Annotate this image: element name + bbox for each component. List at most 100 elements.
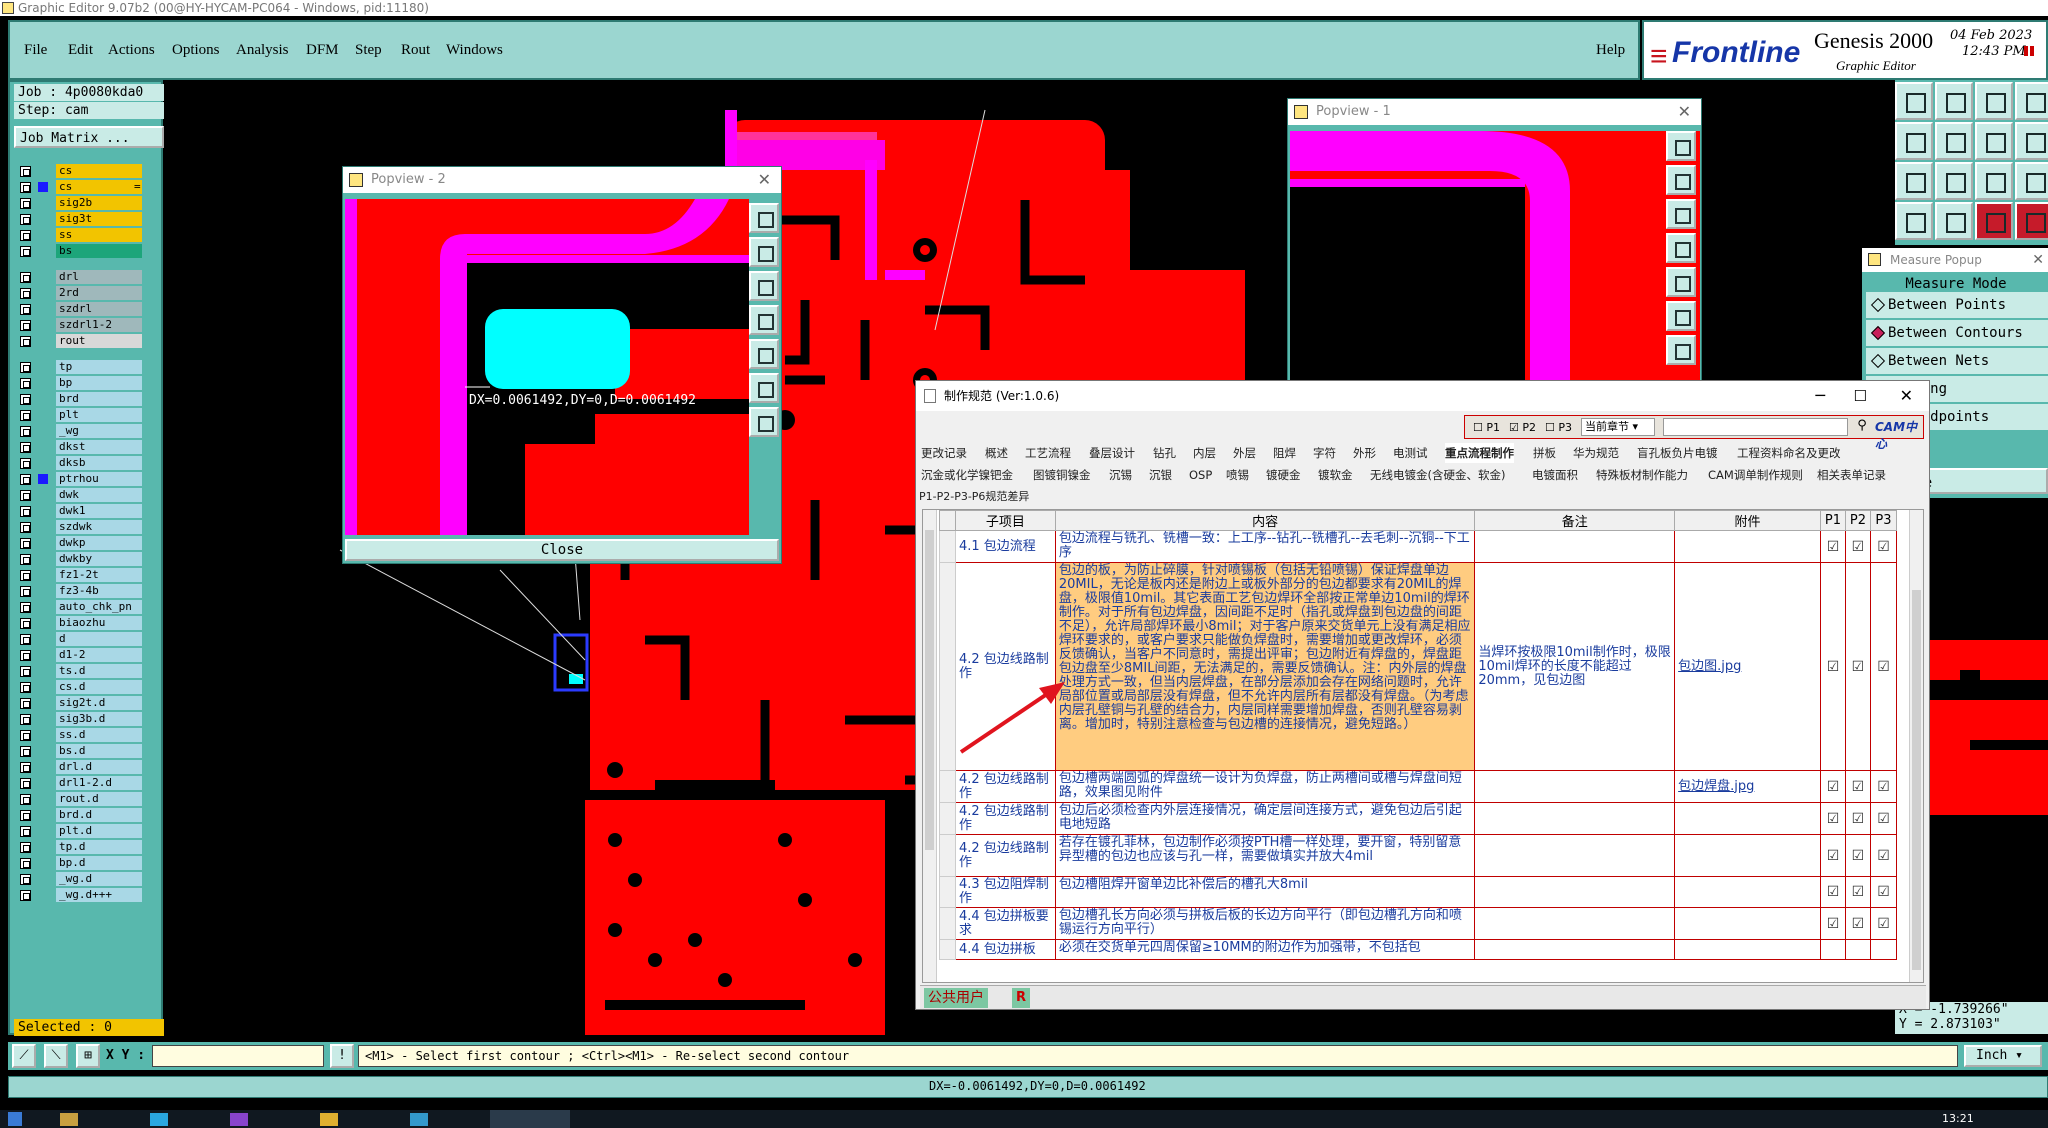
cell-checkbox[interactable]: ☑: [1819, 562, 1846, 771]
cell-checkbox[interactable]: ☑: [1819, 802, 1846, 835]
layer-row[interactable]: rout.d: [16, 792, 142, 806]
cell-checkbox[interactable]: ☑: [1869, 770, 1898, 803]
layer-checkbox[interactable]: [20, 586, 31, 597]
cell-checkbox[interactable]: ☑: [1819, 907, 1846, 940]
tab-item[interactable]: 内层: [1193, 443, 1216, 463]
minimize-icon[interactable]: ─: [1815, 381, 1825, 411]
layer-row[interactable]: dksb: [16, 456, 142, 470]
filter-p3[interactable]: ☐ P3: [1545, 421, 1572, 434]
layer-row[interactable]: cs =: [16, 180, 142, 194]
menu-rout[interactable]: Rout: [401, 42, 430, 59]
layer-name[interactable]: auto_chk_pn: [56, 600, 142, 614]
layer-checkbox[interactable]: [20, 320, 31, 331]
cell-checkbox[interactable]: ☑: [1844, 530, 1871, 563]
cell-checkbox[interactable]: [1844, 939, 1871, 960]
layer-row[interactable]: plt.d: [16, 824, 142, 838]
cell-checkbox[interactable]: ☑: [1844, 834, 1871, 877]
column-header[interactable]: 子项目: [954, 510, 1056, 531]
scroll-thumb[interactable]: [925, 530, 934, 850]
layer-checkbox[interactable]: [20, 762, 31, 773]
cell-checkbox[interactable]: ☑: [1869, 562, 1898, 771]
zoom-in-icon[interactable]: [749, 203, 779, 233]
layer-checkbox[interactable]: [20, 810, 31, 821]
layer-checkbox[interactable]: [20, 214, 31, 225]
column-header[interactable]: P2: [1844, 510, 1871, 531]
layer-row[interactable]: sig3b.d: [16, 712, 142, 726]
layer-name[interactable]: cs: [56, 180, 142, 194]
zoom-center-icon[interactable]: [1935, 162, 1973, 200]
popview-1-canvas[interactable]: [1290, 131, 1700, 399]
center-icon[interactable]: [749, 373, 779, 403]
layer-checkbox[interactable]: [20, 698, 31, 709]
layer-row[interactable]: dwkp: [16, 536, 142, 550]
layer-row[interactable]: sig2b: [16, 196, 142, 210]
info-icon[interactable]: !: [330, 1044, 354, 1068]
layer-row[interactable]: fz3-4b: [16, 584, 142, 598]
layer-checkbox[interactable]: [20, 826, 31, 837]
tab-item[interactable]: 外形: [1353, 443, 1376, 463]
layer-checkbox[interactable]: [20, 778, 31, 789]
active-taskbar-item[interactable]: [490, 1110, 570, 1128]
pointer-tool-icon[interactable]: ⟋: [12, 1044, 36, 1068]
move-icon[interactable]: [749, 407, 779, 437]
layer-name[interactable]: dwkby: [56, 552, 142, 566]
layer-name[interactable]: bs.d: [56, 744, 142, 758]
menu-step[interactable]: Step: [355, 42, 382, 59]
grid-tool-icon[interactable]: ⊞: [76, 1044, 100, 1068]
layer-checkbox[interactable]: [20, 602, 31, 613]
layer-row[interactable]: _wg.d: [16, 872, 142, 886]
layer-row[interactable]: bs: [16, 244, 142, 258]
layer-name[interactable]: tp: [56, 360, 142, 374]
layer-name[interactable]: sig2b: [56, 196, 142, 210]
cell-checkbox[interactable]: ☑: [1819, 770, 1846, 803]
zoom-out-icon[interactable]: [1666, 165, 1696, 195]
tab-item[interactable]: 图镀铜镍金: [1033, 465, 1091, 485]
close-icon[interactable]: ✕: [1678, 99, 1691, 125]
layer-row[interactable]: ts.d: [16, 664, 142, 678]
layer-row[interactable]: drl: [16, 270, 142, 284]
close-icon[interactable]: ✕: [758, 167, 771, 193]
tab-item[interactable]: 无线电镀金(含硬金、软金): [1370, 465, 1505, 485]
layer-row[interactable]: tp: [16, 360, 142, 374]
column-header[interactable]: 备注: [1474, 510, 1676, 531]
layer-name[interactable]: _wg.d+++: [56, 888, 142, 902]
tab-item[interactable]: 更改记录: [921, 443, 967, 463]
mode-between-contours[interactable]: Between Contours: [1866, 320, 2048, 346]
layer-row[interactable]: biaozhu: [16, 616, 142, 630]
net-icon[interactable]: [1975, 202, 2013, 240]
scale-icon[interactable]: [1975, 162, 2013, 200]
help-icon[interactable]: [2015, 162, 2048, 200]
menu-help[interactable]: Help: [1596, 42, 1625, 59]
tab-item[interactable]: 喷锡: [1226, 465, 1249, 485]
layer-name[interactable]: 2rd: [56, 286, 142, 300]
app-taskbar-icon[interactable]: [410, 1113, 428, 1126]
layer-name[interactable]: _wg: [56, 424, 142, 438]
layer-name[interactable]: ts.d: [56, 664, 142, 678]
tab-item[interactable]: 阻焊: [1273, 443, 1296, 463]
zoom-fit-icon[interactable]: [749, 271, 779, 301]
cell-checkbox[interactable]: ☑: [1819, 834, 1846, 877]
layer-checkbox[interactable]: [20, 618, 31, 629]
layer-row[interactable]: d1-2: [16, 648, 142, 662]
layer-up-icon[interactable]: [1895, 82, 1933, 120]
layer-name[interactable]: dkst: [56, 440, 142, 454]
layer-row[interactable]: bs.d: [16, 744, 142, 758]
start-icon[interactable]: [8, 1112, 22, 1126]
layer-checkbox[interactable]: [20, 538, 31, 549]
home-icon[interactable]: [1975, 82, 2013, 120]
column-header[interactable]: P3: [1869, 510, 1898, 531]
filter-p1[interactable]: ☐ P1: [1473, 421, 1500, 434]
tab-item[interactable]: 盲孔板负片电镀: [1637, 443, 1718, 463]
layer-checkbox[interactable]: [20, 714, 31, 725]
layer-name[interactable]: fz1-2t: [56, 568, 142, 582]
cell-attachment[interactable]: 包边图.jpg: [1674, 562, 1821, 771]
layer-checkbox[interactable]: [20, 288, 31, 299]
cell-checkbox[interactable]: ☑: [1819, 876, 1846, 908]
cell-checkbox[interactable]: ☑: [1869, 834, 1898, 877]
layer-checkbox[interactable]: [20, 554, 31, 565]
tab-item[interactable]: 电测试: [1393, 443, 1428, 463]
layer-row[interactable]: ss.d: [16, 728, 142, 742]
layer-checkbox[interactable]: [20, 682, 31, 693]
layer-checkbox[interactable]: [20, 166, 31, 177]
layer-checkbox[interactable]: [20, 410, 31, 421]
